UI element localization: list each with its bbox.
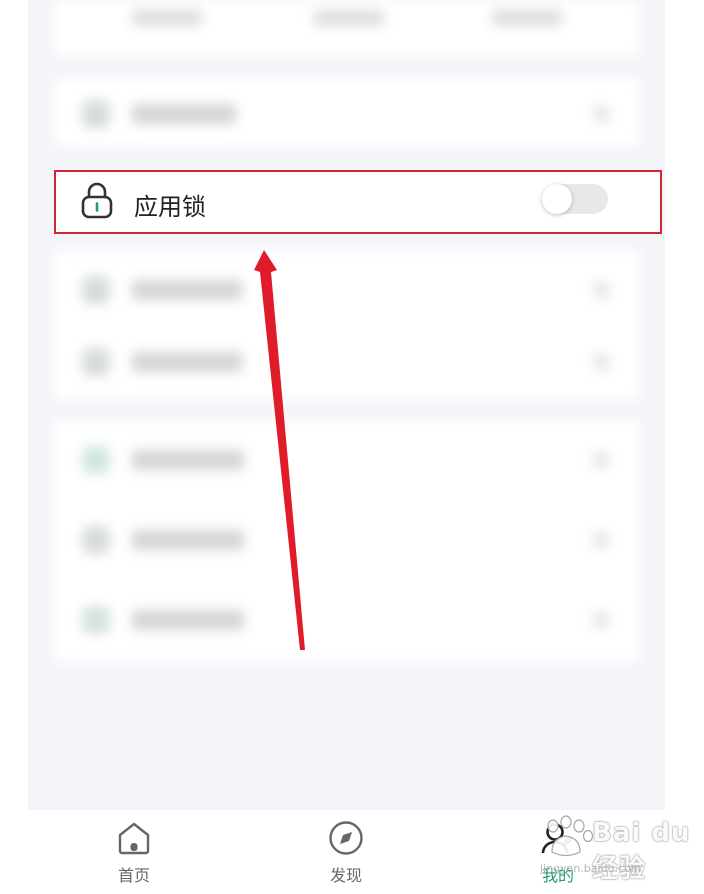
chevron-right-icon	[593, 532, 609, 548]
app-lock-label: 应用锁	[134, 193, 206, 221]
blurred-icon	[82, 100, 110, 128]
blurred-tab	[492, 10, 562, 26]
blurred-tab	[314, 10, 384, 26]
blurred-icon	[82, 276, 110, 304]
blurred-icon	[82, 526, 110, 554]
blurred-label	[132, 352, 242, 372]
toggle-knob	[542, 184, 572, 214]
blurred-icon	[82, 606, 110, 634]
blurred-card-1	[54, 78, 639, 146]
blurred-row[interactable]	[54, 322, 639, 402]
home-icon	[118, 822, 150, 855]
chevron-right-icon	[593, 106, 609, 122]
blurred-label	[132, 104, 236, 124]
blurred-row[interactable]	[54, 250, 639, 330]
tab-home[interactable]: 首页	[74, 810, 194, 894]
blurred-label	[132, 280, 242, 300]
app-lock-toggle[interactable]	[542, 184, 608, 214]
blurred-row[interactable]	[54, 78, 639, 146]
compass-icon	[329, 821, 363, 855]
blurred-row[interactable]	[54, 580, 639, 660]
blurred-label	[132, 610, 244, 630]
blurred-row[interactable]	[54, 500, 639, 580]
blurred-tab	[132, 10, 202, 26]
lock-icon	[81, 182, 113, 219]
chevron-right-icon	[593, 452, 609, 468]
blurred-card-2	[54, 250, 639, 400]
blurred-icon	[82, 446, 110, 474]
baidu-watermark: Bai du 经验 jingyan.baidu.com	[536, 812, 704, 894]
tab-discover[interactable]: 发现	[286, 810, 406, 894]
chevron-right-icon	[593, 612, 609, 628]
blurred-icon	[82, 348, 110, 376]
paw-icon	[547, 815, 594, 857]
top-tabs-card	[54, 0, 639, 56]
phone-screen: 应用锁 首页 发现 我的	[28, 0, 665, 894]
chevron-right-icon	[593, 282, 609, 298]
blurred-label	[132, 450, 244, 470]
tab-discover-label: 发现	[329, 866, 362, 885]
chevron-right-icon	[593, 354, 609, 370]
tab-home-label: 首页	[117, 866, 150, 885]
blurred-card-3	[54, 420, 639, 662]
app-lock-row[interactable]: 应用锁	[54, 170, 662, 234]
blurred-row[interactable]	[54, 420, 639, 500]
blurred-label	[132, 530, 244, 550]
watermark-url: jingyan.baidu.com	[540, 862, 642, 875]
